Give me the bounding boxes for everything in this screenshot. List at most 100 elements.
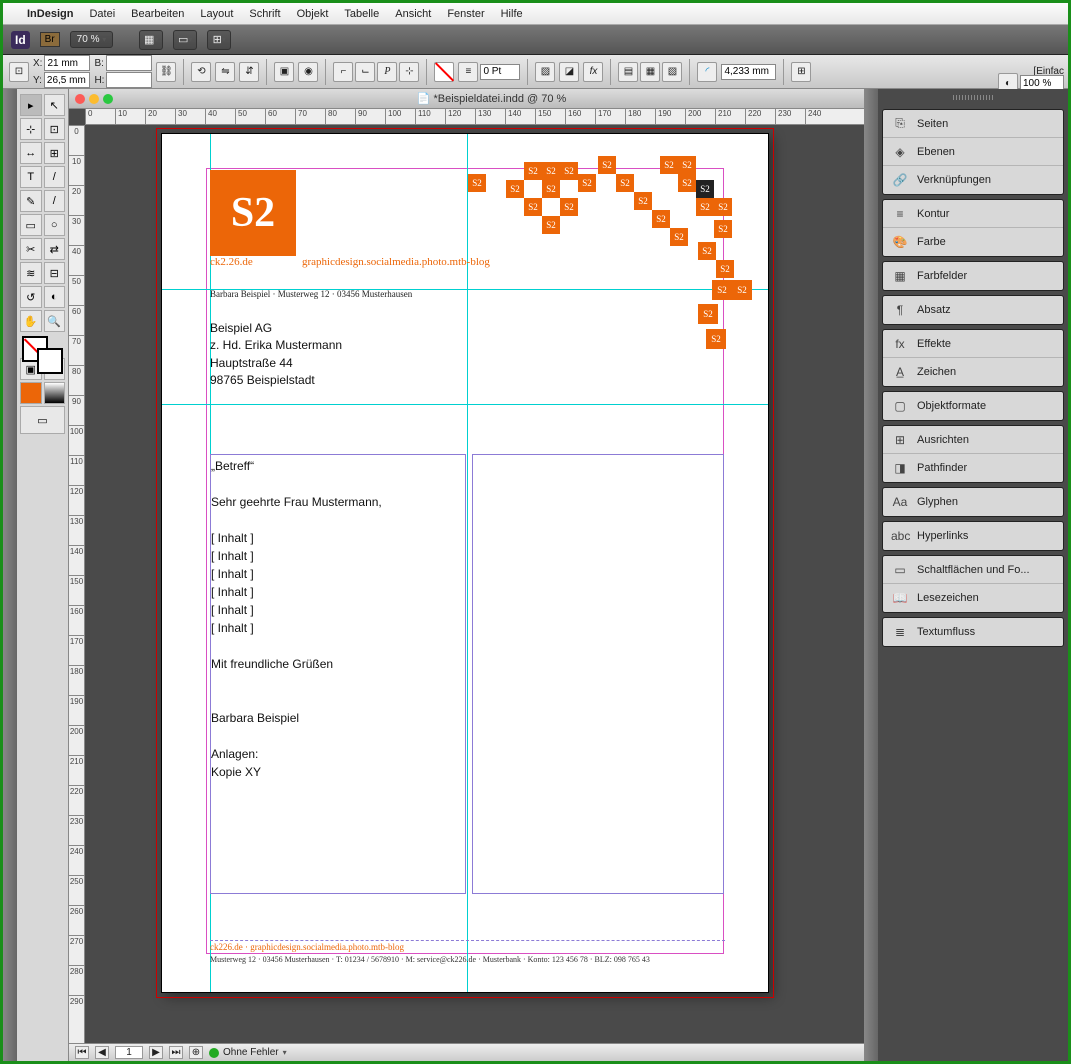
panel-item-lesezeichen[interactable]: 📖Lesezeichen [883,584,1063,612]
right-gutter[interactable] [864,89,878,1061]
left-gutter[interactable] [3,89,17,1061]
h-input[interactable] [106,72,152,88]
page-tool[interactable]: ⊹ [20,118,42,140]
line-tool[interactable]: / [44,166,66,188]
first-page-button[interactable]: ⏮ [75,1046,89,1059]
reference-point-icon[interactable]: ⊡ [9,62,29,82]
zoom-window-icon[interactable] [103,94,113,104]
pencil-tool[interactable]: / [44,190,66,212]
rectangle-frame-tool[interactable]: ▭ [20,214,42,236]
panel-item-objektformate[interactable]: ▢Objektformate [883,392,1063,420]
logo[interactable]: S2 [210,170,296,256]
select-content-icon[interactable]: ◉ [298,62,318,82]
text-frame-left[interactable]: „Betreff“ Sehr geehrte Frau Mustermann, … [210,454,466,894]
flip-h-icon[interactable]: ⇋ [215,62,235,82]
panel-item-zeichen[interactable]: A̲Zeichen [883,358,1063,386]
select-container-icon[interactable]: ▣ [274,62,294,82]
gradient-swatch-tool[interactable]: ≋ [20,262,42,284]
prev-page-button[interactable]: ◀ [95,1046,109,1059]
menu-objekt[interactable]: Objekt [297,8,329,20]
apply-gradient-icon[interactable] [44,382,66,404]
panel-item-kontur[interactable]: ≡Kontur [883,200,1063,228]
panel-item-effekte[interactable]: fxEffekte [883,330,1063,358]
selection-tool[interactable]: ▸ [20,94,42,116]
content-collector-tool[interactable]: ↔ [20,142,42,164]
text-frame-right[interactable] [472,454,724,894]
dropshadow-icon[interactable]: ◪ [559,62,579,82]
screen-mode-icon[interactable]: ▭▾ [173,30,197,50]
menu-layout[interactable]: Layout [200,8,233,20]
panel-item-schaltfl-chen-und-fo-[interactable]: ▭Schaltflächen und Fo... [883,556,1063,584]
address-block[interactable]: Beispiel AG z. Hd. Erika Mustermann Haup… [210,320,342,390]
panel-item-textumfluss[interactable]: ≣Textumfluss [883,618,1063,646]
last-page-button[interactable]: ⏭ [169,1046,183,1059]
eyedropper-tool[interactable]: ◐ [44,286,66,308]
menu-schrift[interactable]: Schrift [249,8,280,20]
guide-h2[interactable] [162,404,768,405]
panel-item-seiten[interactable]: ⎘Seiten [883,110,1063,138]
ellipse-tool[interactable]: ○ [44,214,66,236]
apply-color-icon[interactable] [20,382,42,404]
flip-v-icon[interactable]: ⇵ [239,62,259,82]
panel-item-hyperlinks[interactable]: abcHyperlinks [883,522,1063,550]
gradient-feather-tool[interactable]: ⊟ [44,262,66,284]
fx-icon[interactable]: fx [583,62,603,82]
p-icon[interactable]: P [377,62,397,82]
zoom-tool[interactable]: 🔍 [44,310,66,332]
wrap-bbox-icon[interactable]: ▦ [640,62,660,82]
vertical-ruler[interactable]: 0102030405060708090100110120130140150160… [69,125,85,1043]
pen-tool[interactable]: ✎ [20,190,42,212]
menu-tabelle[interactable]: Tabelle [344,8,379,20]
footer-tagline[interactable]: ck226.de · graphicdesign.socialmedia.pho… [210,940,725,952]
corner-radius-input[interactable] [721,64,776,80]
menu-hilfe[interactable]: Hilfe [501,8,523,20]
view-options-icon[interactable]: ▦▾ [139,30,163,50]
panel-item-pathfinder[interactable]: ◨Pathfinder [883,454,1063,482]
gap-tool[interactable]: ⊡ [44,118,66,140]
open-preflight-button[interactable]: ⊕ [189,1046,203,1059]
w-input[interactable] [106,55,152,71]
wrap-shape-icon[interactable]: ▧ [662,62,682,82]
direct-selection-tool[interactable]: ↖ [44,94,66,116]
hand-tool[interactable]: ✋ [20,310,42,332]
wrap-none-icon[interactable]: ▤ [618,62,638,82]
type-tool[interactable]: T [20,166,42,188]
zoom-select[interactable]: 70 % ▾ [70,31,114,48]
free-transform-tool[interactable]: ⇄ [44,238,66,260]
panel-item-glyphen[interactable]: AaGlyphen [883,488,1063,516]
canvas[interactable]: S2 ck2.26.de graphicdesign.socialmedia.p… [85,125,864,1043]
corner2-icon[interactable]: ⌙ [355,62,375,82]
panel-item-farbfelder[interactable]: ▦Farbfelder [883,262,1063,290]
page[interactable]: S2 ck2.26.de graphicdesign.socialmedia.p… [161,133,769,993]
menu-ansicht[interactable]: Ansicht [395,8,431,20]
effects-icon[interactable]: ▨ [535,62,555,82]
corner-live-icon[interactable]: ◜ [697,62,717,82]
panel-item-farbe[interactable]: 🎨Farbe [883,228,1063,256]
bridge-icon[interactable]: Br [40,32,60,47]
page-number-field[interactable]: 1 [115,1046,143,1059]
indesign-icon[interactable]: Id [11,31,30,49]
next-page-button[interactable]: ▶ [149,1046,163,1059]
footer-contact[interactable]: Musterweg 12 · 03456 Musterhausen · T: 0… [210,955,650,964]
content-placer-tool[interactable]: ⊞ [44,142,66,164]
sender-line[interactable]: Barbara Beispiel · Musterweg 12 · 03456 … [210,289,412,299]
rotate-icon[interactable]: ⟲ [191,62,211,82]
panel-item-absatz[interactable]: ¶Absatz [883,296,1063,324]
arrange-icon[interactable]: ⊞▾ [207,30,231,50]
menu-bearbeiten[interactable]: Bearbeiten [131,8,184,20]
panel-item-verkn-pfungen[interactable]: 🔗Verknüpfungen [883,166,1063,194]
x-input[interactable] [44,55,90,71]
note-tool[interactable]: ↺ [20,286,42,308]
fit-icon[interactable]: ⊞ [791,62,811,82]
stroke-color-icon[interactable] [37,348,63,374]
app-name[interactable]: InDesign [27,8,73,20]
align-obj-icon[interactable]: ⊹ [399,62,419,82]
view-mode-icon[interactable]: ▭ [20,406,65,434]
panel-item-ebenen[interactable]: ◈Ebenen [883,138,1063,166]
corner-icon[interactable]: ⌐ [333,62,353,82]
menu-fenster[interactable]: Fenster [447,8,484,20]
y-input[interactable] [44,72,90,88]
menu-datei[interactable]: Datei [89,8,115,20]
fill-stroke-swatch[interactable] [19,333,66,377]
stroke-weight-input[interactable] [480,64,520,80]
